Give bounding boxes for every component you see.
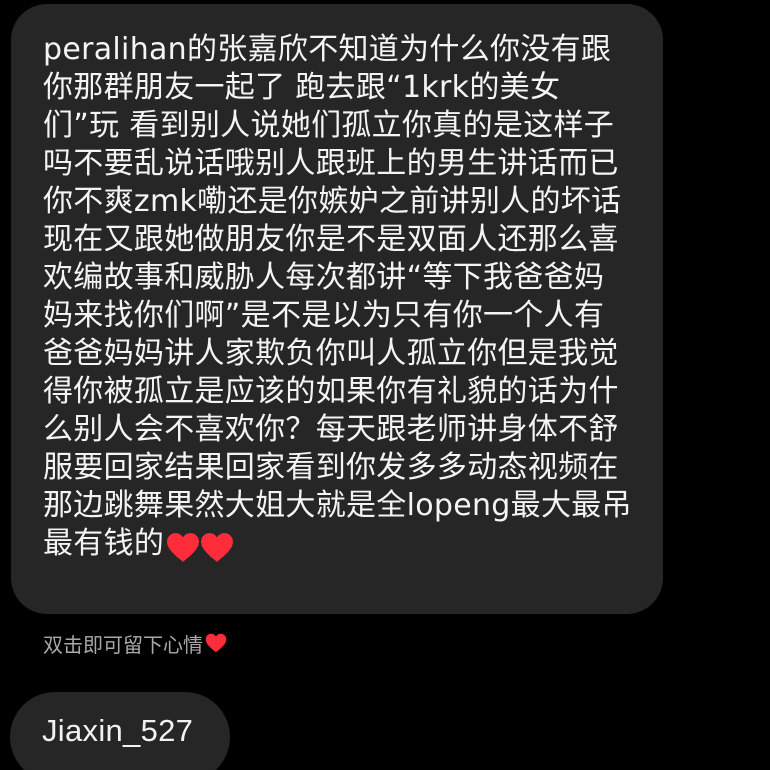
double-tap-hint: 双击即可留下心情: [43, 628, 227, 658]
hint-text: 双击即可留下心情: [43, 632, 203, 657]
heart-icon: [205, 633, 227, 653]
heart-icon: [200, 532, 234, 563]
heart-icon: [166, 532, 200, 563]
sender-username-chip[interactable]: Jiaxin_527: [10, 692, 230, 770]
sender-username: Jiaxin_527: [42, 713, 194, 748]
message-body: peralihan的张嘉欣不知道为什么你没有跟你那群朋友一起了 跑去跟“1krk…: [43, 32, 632, 561]
message-text: peralihan的张嘉欣不知道为什么你没有跟你那群朋友一起了 跑去跟“1krk…: [43, 31, 633, 566]
message-hearts: [166, 528, 234, 566]
message-bubble[interactable]: peralihan的张嘉欣不知道为什么你没有跟你那群朋友一起了 跑去跟“1krk…: [11, 4, 663, 614]
